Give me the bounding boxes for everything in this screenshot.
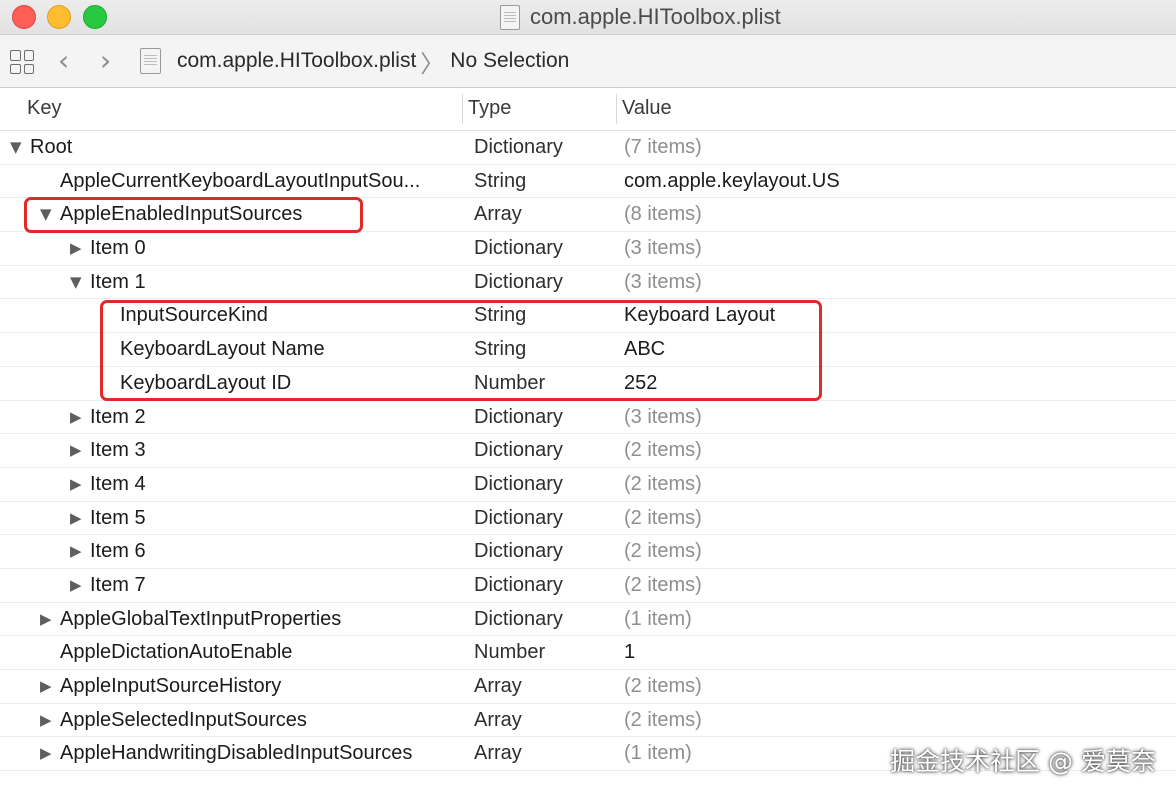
column-divider[interactable] xyxy=(616,94,617,124)
plist-file-icon xyxy=(140,48,161,74)
row-key[interactable]: Item 5 xyxy=(90,502,146,535)
breadcrumb: com.apple.HIToolbox.plist 〉 No Selection xyxy=(140,47,569,78)
row-key[interactable]: Item 1 xyxy=(90,266,146,299)
row-type[interactable]: Array xyxy=(474,737,522,770)
forward-chevron-icon[interactable]: › xyxy=(100,47,111,75)
outline-row[interactable]: ▶ Item 0 Dictionary (3 items) xyxy=(0,232,1176,266)
row-type[interactable]: Dictionary xyxy=(474,502,563,535)
row-value[interactable]: (2 items) xyxy=(624,670,702,703)
column-header: Key Type Value xyxy=(0,88,1176,131)
row-key[interactable]: Item 4 xyxy=(90,468,146,501)
watermark: 掘金技术社区 @ 爱莫奈 xyxy=(890,747,1156,776)
row-value[interactable]: (2 items) xyxy=(624,434,702,467)
row-type[interactable]: Dictionary xyxy=(474,603,563,636)
row-type[interactable]: Array xyxy=(474,704,522,737)
disclosure-collapsed-icon[interactable]: ▶ xyxy=(40,670,52,703)
row-key[interactable]: Item 2 xyxy=(90,401,146,434)
row-value[interactable]: (3 items) xyxy=(624,401,702,434)
outline-row[interactable]: AppleCurrentKeyboardLayoutInputSou... Str… xyxy=(0,165,1176,199)
row-key[interactable]: AppleGlobalTextInputProperties xyxy=(60,603,341,636)
row-value[interactable]: (2 items) xyxy=(624,569,702,602)
row-type[interactable]: Dictionary xyxy=(474,569,563,602)
highlight-box-item1-fields xyxy=(100,300,822,401)
row-key[interactable]: AppleHandwritingDisabledInputSources xyxy=(60,737,412,770)
disclosure-collapsed-icon[interactable]: ▶ xyxy=(40,603,52,636)
row-key[interactable]: Item 3 xyxy=(90,434,146,467)
breadcrumb-selection[interactable]: No Selection xyxy=(450,49,569,73)
outline-row[interactable]: ▶ AppleGlobalTextInputProperties Dictionar… xyxy=(0,603,1176,637)
disclosure-collapsed-icon[interactable]: ▶ xyxy=(40,704,52,737)
outline-row[interactable]: ▶ AppleSelectedInputSources Array (2 items) xyxy=(0,704,1176,738)
row-value[interactable]: (2 items) xyxy=(624,535,702,568)
disclosure-expanded-icon[interactable]: ▼ xyxy=(70,266,82,299)
row-type[interactable]: Dictionary xyxy=(474,535,563,568)
disclosure-collapsed-icon[interactable]: ▶ xyxy=(70,468,82,501)
outline-row[interactable]: ▶ Item 5 Dictionary (2 items) xyxy=(0,502,1176,536)
toolbar: ‹ › com.apple.HIToolbox.plist 〉 No Selec… xyxy=(0,35,1176,88)
row-key[interactable]: Item 6 xyxy=(90,535,146,568)
column-header-type[interactable]: Type xyxy=(468,97,511,120)
outline-row[interactable]: AppleDictationAutoEnable Number 1 xyxy=(0,636,1176,670)
plist-document-icon xyxy=(500,4,520,30)
disclosure-collapsed-icon[interactable]: ▶ xyxy=(70,535,82,568)
close-window-button[interactable] xyxy=(12,5,36,29)
outline-row[interactable]: ▶ Item 6 Dictionary (2 items) xyxy=(0,535,1176,569)
row-type[interactable]: Dictionary xyxy=(474,468,563,501)
row-value[interactable]: (7 items) xyxy=(624,131,702,164)
outline-row[interactable]: ▶ Item 7 Dictionary (2 items) xyxy=(0,569,1176,603)
row-value[interactable]: (8 items) xyxy=(624,198,702,231)
column-header-value[interactable]: Value xyxy=(622,97,672,120)
disclosure-collapsed-icon[interactable]: ▶ xyxy=(70,569,82,602)
row-value[interactable]: (3 items) xyxy=(624,232,702,265)
disclosure-collapsed-icon[interactable]: ▶ xyxy=(70,232,82,265)
disclosure-collapsed-icon[interactable]: ▶ xyxy=(70,502,82,535)
row-type[interactable]: Dictionary xyxy=(474,401,563,434)
row-key[interactable]: Item 7 xyxy=(90,569,146,602)
window-title-text: com.apple.HIToolbox.plist xyxy=(530,4,781,29)
row-key[interactable]: AppleDictationAutoEnable xyxy=(60,636,292,669)
row-type[interactable]: Dictionary xyxy=(474,131,563,164)
title-bar: com.apple.HIToolbox.plist xyxy=(0,0,1176,35)
highlight-box-enabled-input-sources xyxy=(24,197,363,233)
disclosure-collapsed-icon[interactable]: ▶ xyxy=(40,737,52,770)
row-value[interactable]: (1 item) xyxy=(624,737,692,770)
row-value[interactable]: (1 item) xyxy=(624,603,692,636)
row-type[interactable]: Array xyxy=(474,198,522,231)
row-value[interactable]: (2 items) xyxy=(624,468,702,501)
outline-row[interactable]: ▶ Item 3 Dictionary (2 items) xyxy=(0,434,1176,468)
row-type[interactable]: Array xyxy=(474,670,522,703)
row-type[interactable]: Number xyxy=(474,636,545,669)
disclosure-expanded-icon[interactable]: ▼ xyxy=(10,131,22,164)
back-chevron-icon[interactable]: ‹ xyxy=(58,47,69,75)
row-value[interactable]: com.apple.keylayout.US xyxy=(624,165,840,198)
row-key[interactable]: AppleInputSourceHistory xyxy=(60,670,281,703)
row-type[interactable]: Dictionary xyxy=(474,266,563,299)
row-key[interactable]: AppleCurrentKeyboardLayoutInputSou... xyxy=(60,165,420,198)
row-value[interactable]: (2 items) xyxy=(624,704,702,737)
disclosure-collapsed-icon[interactable]: ▶ xyxy=(70,401,82,434)
row-value[interactable]: (3 items) xyxy=(624,266,702,299)
row-type[interactable]: Dictionary xyxy=(474,434,563,467)
related-items-grid-icon[interactable] xyxy=(10,50,34,74)
outline-row[interactable]: ▶ Item 4 Dictionary (2 items) xyxy=(0,468,1176,502)
row-value[interactable]: 1 xyxy=(624,636,635,669)
outline-row[interactable]: ▼ Item 1 Dictionary (3 items) xyxy=(0,266,1176,300)
disclosure-collapsed-icon[interactable]: ▶ xyxy=(70,434,82,467)
window-title: com.apple.HIToolbox.plist xyxy=(500,3,781,31)
row-type[interactable]: String xyxy=(474,165,526,198)
column-divider[interactable] xyxy=(462,94,463,124)
zoom-window-button[interactable] xyxy=(83,5,107,29)
row-type[interactable]: Dictionary xyxy=(474,232,563,265)
outline-row[interactable]: ▶ AppleInputSourceHistory Array (2 items) xyxy=(0,670,1176,704)
breadcrumb-separator: 〉 xyxy=(420,50,445,78)
outline-row[interactable]: ▼ Root Dictionary (7 items) xyxy=(0,131,1176,165)
breadcrumb-file[interactable]: com.apple.HIToolbox.plist xyxy=(177,49,416,73)
column-header-key[interactable]: Key xyxy=(27,97,61,120)
outline-row[interactable]: ▶ Item 2 Dictionary (3 items) xyxy=(0,401,1176,435)
row-value[interactable]: (2 items) xyxy=(624,502,702,535)
row-key[interactable]: AppleSelectedInputSources xyxy=(60,704,307,737)
row-key[interactable]: Root xyxy=(30,131,72,164)
minimize-window-button[interactable] xyxy=(47,5,71,29)
row-key[interactable]: Item 0 xyxy=(90,232,146,265)
